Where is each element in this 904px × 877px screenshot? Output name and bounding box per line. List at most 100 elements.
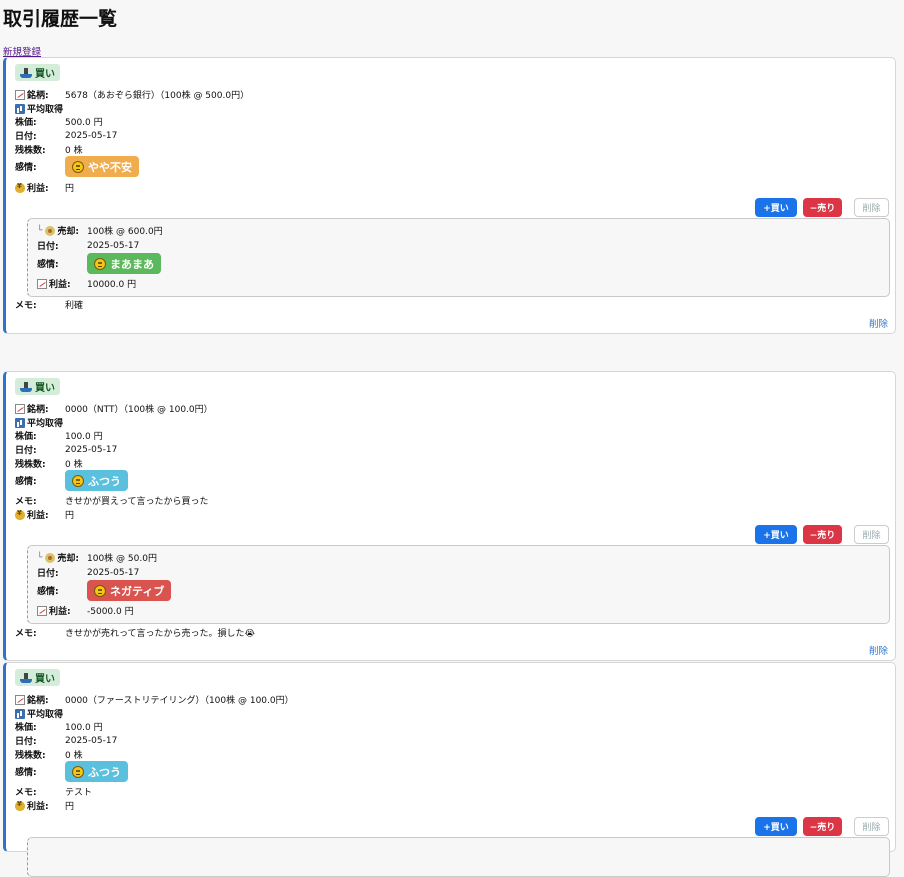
buy-kind-badge: 買い xyxy=(15,64,60,81)
chart-icon xyxy=(15,694,25,705)
price-row: 株価: 100.0 円 xyxy=(15,720,103,733)
sale-row: └ 売却: 100株 @ 50.0円 xyxy=(37,552,157,564)
emotion-row: 感情: ふつう xyxy=(15,470,128,491)
remain-row: 残株数: 0 株 xyxy=(15,143,83,156)
stock-row: 銘柄: 5678（あおぞら銀行）（100株 @ 500.0円） xyxy=(15,88,249,101)
trade-card: 買い 銘柄: 0000（ファーストリテイリング）（100株 @ 100.0円） … xyxy=(3,662,896,877)
sale-date-label: 日付: xyxy=(37,242,59,252)
profit-row: 利益: 円 xyxy=(15,799,74,812)
date-row: 日付: 2025-05-17 xyxy=(15,734,117,748)
remain-label: 残株数: xyxy=(15,460,46,470)
sale-icon xyxy=(45,225,56,236)
price-value: 100.0 円 xyxy=(65,432,103,442)
price-row: 株価: 500.0 円 xyxy=(15,115,103,128)
sale-profit-row: 利益: -5000.0 円 xyxy=(37,604,134,617)
stock-value: 0000（NTT）（100株 @ 100.0円） xyxy=(65,405,213,415)
trade-card: 買い 銘柄: 0000（NTT）（100株 @ 100.0円） 平均取得 株価:… xyxy=(3,371,896,661)
sale-emotion-text: ネガティブ xyxy=(110,584,165,598)
stock-label: 銘柄: xyxy=(27,696,49,706)
bar-chart-icon xyxy=(15,708,25,719)
trade-card: 買い 銘柄: 5678（あおぞら銀行）（100株 @ 500.0円） 平均取得 … xyxy=(3,57,896,334)
date-label: 日付: xyxy=(15,737,37,747)
sell-button[interactable]: −売り xyxy=(803,525,842,544)
buy-kind-badge: 買い xyxy=(15,378,60,395)
page-title: 取引履歴一覧 xyxy=(3,8,118,30)
remain-value: 0 株 xyxy=(65,460,83,470)
price-label: 株価: xyxy=(15,432,37,442)
sell-button[interactable]: −売り xyxy=(803,817,842,836)
chart-icon xyxy=(37,278,47,289)
ship-icon xyxy=(20,672,32,683)
buy-button[interactable]: +買い xyxy=(755,198,797,217)
delete-link[interactable]: 削除 xyxy=(869,316,888,330)
avg-row: 平均取得 xyxy=(15,102,63,115)
sale-profit-row: 利益: 10000.0 円 xyxy=(37,277,136,290)
buy-button[interactable]: +買い xyxy=(755,525,797,544)
sale-date-value: 2025-05-17 xyxy=(87,240,140,251)
delete-button-disabled[interactable]: 削除 xyxy=(854,198,889,217)
profit-label: 利益: xyxy=(27,184,49,194)
buy-kind-badge: 買い xyxy=(15,669,60,686)
chart-icon xyxy=(37,605,47,616)
sale-date-row: 日付: 2025-05-17 xyxy=(37,239,140,253)
sale-emotion-row: 感情: ネガティブ xyxy=(37,580,172,601)
sale-profit-value: -5000.0 円 xyxy=(87,607,134,617)
emotion-row: 感情: やや不安 xyxy=(15,156,139,177)
date-value: 2025-05-17 xyxy=(65,444,118,455)
emotion-row: 感情: ふつう xyxy=(15,761,128,782)
money-bag-icon xyxy=(15,509,25,520)
remain-row: 残株数: 0 株 xyxy=(15,457,83,470)
price-row: 株価: 100.0 円 xyxy=(15,429,103,442)
remain-label: 残株数: xyxy=(15,146,46,156)
emotion-badge: ふつう xyxy=(65,761,128,782)
sale-emotion-text: まあまあ xyxy=(110,257,154,271)
chart-icon xyxy=(15,403,25,414)
ship-icon xyxy=(20,67,32,78)
emotion-badge: ふつう xyxy=(65,470,128,491)
sale-emotion-row: 感情: まあまあ xyxy=(37,253,161,274)
profit-value: 円 xyxy=(65,802,75,812)
profit-value: 円 xyxy=(65,511,75,521)
bar-chart-icon xyxy=(15,103,25,114)
profit-label: 利益: xyxy=(27,802,49,812)
memo-label: メモ: xyxy=(15,788,37,798)
buy-button[interactable]: +買い xyxy=(755,817,797,836)
price-value: 500.0 円 xyxy=(65,118,103,128)
avg-label: 平均取得 xyxy=(27,419,64,429)
stock-value: 5678（あおぞら銀行）（100株 @ 500.0円） xyxy=(65,91,250,101)
avg-row: 平均取得 xyxy=(15,707,63,720)
sale-emotion-badge: まあまあ xyxy=(87,253,161,274)
money-bag-icon xyxy=(15,182,25,193)
profit-row: 利益: 円 xyxy=(15,508,74,521)
delete-button-disabled[interactable]: 削除 xyxy=(854,525,889,544)
date-value: 2025-05-17 xyxy=(65,130,118,141)
sale-value: 100株 @ 600.0円 xyxy=(87,227,163,237)
stock-row: 銘柄: 0000（ファーストリテイリング）（100株 @ 100.0円） xyxy=(15,693,294,706)
face-icon xyxy=(72,160,84,173)
new-registration-link[interactable]: 新規登録 xyxy=(3,44,41,58)
sale-profit-label: 利益: xyxy=(49,280,71,290)
sale-icon xyxy=(45,552,56,563)
sale-record: └ 売却: 100株 @ 50.0円 日付: 2025-05-17 感情: ネガテ… xyxy=(27,545,890,624)
avg-label: 平均取得 xyxy=(27,105,64,115)
money-bag-icon xyxy=(15,800,25,811)
delete-button-disabled[interactable]: 削除 xyxy=(854,817,889,836)
remain-value: 0 株 xyxy=(65,146,83,156)
sale-label: 売却: xyxy=(57,554,80,564)
sale-profit-value: 10000.0 円 xyxy=(87,280,137,290)
price-label: 株価: xyxy=(15,118,37,128)
sell-button[interactable]: −売り xyxy=(803,198,842,217)
memo-label: メモ: xyxy=(15,301,37,311)
emotion-label: 感情: xyxy=(15,768,37,778)
kind-label: 買い xyxy=(35,674,55,685)
emotion-badge: やや不安 xyxy=(65,156,139,177)
sale-memo-value: きせかが売れって言ったから売った。損した😭 xyxy=(65,629,256,639)
stock-label: 銘柄: xyxy=(27,91,49,101)
date-row: 日付: 2025-05-17 xyxy=(15,129,118,143)
stock-value: 0000（ファーストリテイリング）（100株 @ 100.0円） xyxy=(65,696,294,706)
delete-link[interactable]: 削除 xyxy=(869,643,888,657)
stock-row: 銘柄: 0000（NTT）（100株 @ 100.0円） xyxy=(15,402,213,415)
remain-row: 残株数: 0 株 xyxy=(15,748,83,761)
kind-label: 買い xyxy=(35,69,55,80)
sale-value: 100株 @ 50.0円 xyxy=(87,554,157,564)
